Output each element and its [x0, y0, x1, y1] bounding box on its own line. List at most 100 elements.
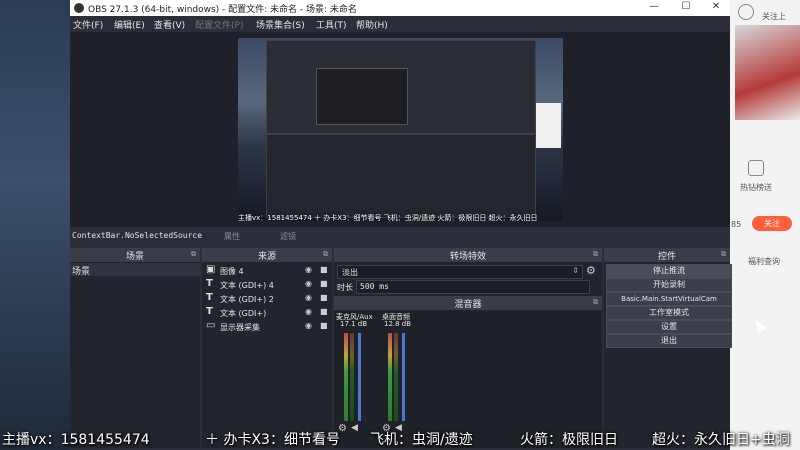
stop-streaming-button[interactable]: 停止推流 [606, 264, 732, 278]
preview-caption: 主播vx：1581455474 ＋ 办卡X3：细节看号 飞机：虫洞/遗迹 火箭：… [238, 214, 538, 221]
studio-mode-button[interactable]: 工作室模式 [606, 306, 732, 320]
context-bar: ContextBar.NoSelectedSource 属性 滤镜 [70, 227, 730, 245]
sources-dock: 来源 ⧉ ▣ 图像 4 ◉ ■ T 文本 (GDI+) 4 ◉ ■ T 文本 (… [202, 248, 332, 448]
scene-item[interactable]: 场景 [70, 263, 200, 277]
menu-file[interactable]: 文件(F) [73, 18, 103, 31]
hot-list-label[interactable]: 热钻榜送 [740, 182, 772, 193]
stream-overlay-bar: 主播vx：1581455474 ＋ 办卡X3：细节看号 飞机：虫洞/遗迹 火箭：… [0, 424, 800, 450]
right-panel-thumbnail [735, 25, 800, 120]
visibility-eye-icon[interactable]: ◉ [305, 265, 312, 274]
background-stream-left [0, 0, 70, 450]
lock-icon[interactable]: ■ [320, 307, 328, 316]
preview-canvas[interactable]: 主播vx：1581455474 ＋ 办卡X3：细节看号 飞机：虫洞/遗迹 火箭：… [238, 38, 563, 221]
source-name: 文本 (GDI+) 2 [220, 295, 274, 304]
scenes-dock-header: 场景 ⧉ [70, 248, 200, 262]
controls-dock-title: 控件 [657, 252, 676, 262]
overlay-streamer: 主播vx：1581455474 [2, 432, 150, 448]
menu-help[interactable]: 帮助(H) [356, 18, 388, 31]
lock-icon[interactable]: ■ [320, 279, 328, 288]
transition-select[interactable]: 淡出 ⇕ [337, 265, 583, 279]
title-bar: OBS 27.1.3 (64-bit, windows) - 配置文件: 未命名… [70, 0, 730, 16]
chevron-updown-icon: ⇕ [572, 266, 579, 275]
source-item[interactable]: ▭ 显示器采集 ◉ ■ [204, 320, 330, 333]
follow-button[interactable]: 关注 [752, 216, 792, 231]
visibility-eye-icon[interactable]: ◉ [305, 307, 312, 316]
welfare-label[interactable]: 福利查询 [748, 256, 780, 267]
properties-button[interactable]: 属性 [224, 231, 240, 242]
scene-item-label: 场景 [72, 267, 91, 277]
transitions-dock-header: 转场特效 ⧉ [334, 248, 602, 262]
nested-obs-docks [266, 134, 536, 218]
window-title: OBS 27.1.3 (64-bit, windows) - 配置文件: 未命名… [88, 5, 357, 15]
mixer-dock-title: 混音器 [454, 300, 482, 310]
dock-float-icon[interactable]: ⧉ [721, 250, 726, 259]
overlay-card: ＋ 办卡X3：细节看号 [205, 432, 340, 448]
settings-button[interactable]: 设置 [606, 320, 732, 334]
dock-float-icon[interactable]: ⧉ [593, 250, 598, 259]
lock-icon[interactable]: ■ [320, 321, 328, 330]
menu-edit[interactable]: 编辑(E) [114, 18, 145, 31]
lock-icon[interactable]: ■ [320, 293, 328, 302]
sources-dock-header: 来源 ⧉ [202, 248, 332, 262]
visibility-eye-icon[interactable]: ◉ [305, 279, 312, 288]
exit-button[interactable]: 退出 [606, 334, 732, 348]
clock-icon [738, 4, 754, 20]
menu-scene-collection[interactable]: 场景集合(S) [256, 18, 305, 31]
overlay-rocket: 火箭：极限旧日 [520, 432, 618, 448]
mixer-channel-level: 12.8 dB [384, 320, 412, 328]
gift-list-icon [748, 160, 764, 176]
menu-profile[interactable]: 配置文件(P) [195, 18, 243, 31]
source-name: 文本 (GDI+) 4 [220, 281, 274, 290]
mixer-channel-level: 17.1 dB [340, 320, 368, 328]
audio-meter [350, 333, 354, 421]
start-recording-button[interactable]: 开始录制 [606, 278, 732, 292]
visibility-eye-icon[interactable]: ◉ [305, 321, 312, 330]
transitions-dock-title: 转场特效 [449, 252, 486, 262]
obs-window: OBS 27.1.3 (64-bit, windows) - 配置文件: 未命名… [70, 0, 732, 450]
lock-icon[interactable]: ■ [320, 265, 328, 274]
transitions-mixer-column: 转场特效 ⧉ 淡出 ⇕ ⚙ 时长 500 ms 混音器 ⧉ 麦克风/Aux 17… [334, 248, 602, 448]
menu-bar: 文件(F) 编辑(E) 查看(V) 配置文件(P) 场景集合(S) 工具(T) … [70, 16, 730, 32]
scenes-dock-title: 场景 [125, 252, 144, 262]
minimize-button[interactable]: — [640, 1, 668, 12]
duration-label: 时长 [337, 283, 353, 292]
text-icon: T [206, 278, 213, 289]
nested-side-panel [536, 103, 561, 148]
start-virtualcam-button[interactable]: Basic.Main.StartVirtualCam [606, 292, 732, 306]
controls-dock: 控件 ⧉ 停止推流 开始录制 Basic.Main.StartVirtualCa… [604, 248, 732, 448]
menu-tools[interactable]: 工具(T) [316, 18, 347, 31]
gear-icon[interactable]: ⚙ [586, 264, 596, 277]
duration-value: 500 ms [360, 282, 389, 291]
visibility-eye-icon[interactable]: ◉ [305, 293, 312, 302]
source-item[interactable]: T 文本 (GDI+) 4 ◉ ■ [204, 278, 330, 291]
dock-float-icon[interactable]: ⧉ [191, 250, 196, 259]
preview-area: 主播vx：1581455474 ＋ 办卡X3：细节看号 飞机：虫洞/遗迹 火箭：… [70, 32, 730, 227]
source-item[interactable]: T 文本 (GDI+) ◉ ■ [204, 306, 330, 319]
transition-select-value: 淡出 [342, 268, 358, 277]
context-bar-label: ContextBar.NoSelectedSource [72, 231, 203, 240]
maximize-button[interactable]: ☐ [672, 1, 700, 12]
source-item[interactable]: ▣ 图像 4 ◉ ■ [204, 264, 330, 277]
text-icon: T [206, 306, 213, 317]
follow-top-label: 关注上 [762, 12, 786, 21]
source-item[interactable]: T 文本 (GDI+) 2 ◉ ■ [204, 292, 330, 305]
close-button[interactable]: ✕ [702, 1, 730, 12]
source-name: 显示器采集 [220, 323, 260, 332]
volume-fader[interactable] [358, 333, 361, 421]
display-icon: ▭ [206, 320, 216, 331]
dock-float-icon[interactable]: ⧉ [593, 298, 598, 307]
source-name: 文本 (GDI+) [220, 309, 267, 318]
count-label: 85 [731, 220, 742, 229]
filters-button[interactable]: 滤镜 [280, 231, 296, 242]
overlay-plane: 飞机：虫洞/遗迹 [370, 432, 473, 448]
overlay-super: 超火：永久旧日+虫洞 [652, 432, 790, 448]
sources-dock-title: 来源 [257, 252, 276, 262]
controls-dock-header: 控件 ⧉ [604, 248, 730, 262]
nested-obs-preview [316, 68, 408, 125]
volume-fader[interactable] [402, 333, 405, 421]
audio-meter [344, 333, 348, 421]
image-icon: ▣ [206, 264, 216, 275]
dock-float-icon[interactable]: ⧉ [323, 250, 328, 259]
duration-input[interactable]: 500 ms [356, 280, 590, 294]
menu-view[interactable]: 查看(V) [154, 18, 185, 31]
